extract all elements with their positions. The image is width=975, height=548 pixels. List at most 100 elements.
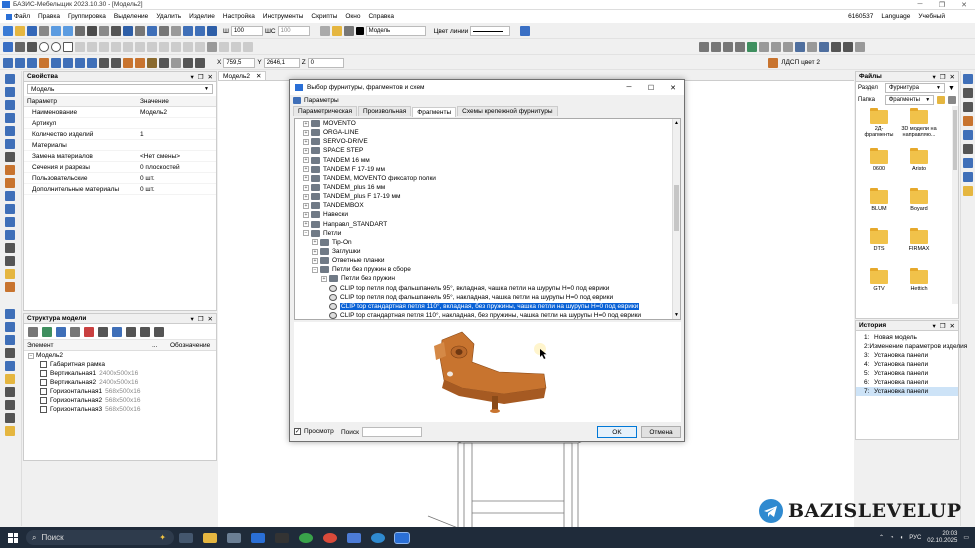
draw-tool-icon[interactable]	[219, 42, 229, 52]
side-tool-icon[interactable]	[5, 426, 15, 436]
magnet-icon[interactable]	[87, 26, 97, 36]
right-tool-icon[interactable]	[963, 102, 973, 112]
checkbox-icon[interactable]	[40, 397, 47, 404]
checkbox-icon[interactable]	[40, 388, 47, 395]
folder-select[interactable]: Фрагменты ▼	[884, 95, 935, 105]
view-tool-icon[interactable]	[843, 42, 853, 52]
panel-tool-icon[interactable]	[39, 57, 49, 68]
tree-node[interactable]: CLIP top стандартная петля 110°, накладн…	[295, 311, 680, 319]
folder-item[interactable]: 3D модели на направляю...	[901, 108, 937, 138]
new-file-icon[interactable]	[3, 26, 13, 36]
side-tool-icon[interactable]	[5, 139, 15, 149]
folder-item[interactable]: GTV	[861, 268, 897, 292]
layers-icon[interactable]	[319, 26, 330, 36]
expand-icon[interactable]: +	[303, 147, 309, 154]
expand-icon[interactable]: +	[303, 129, 309, 136]
side-tool-icon[interactable]	[5, 387, 15, 397]
structure-tool-icon[interactable]	[112, 326, 122, 337]
expand-icon[interactable]: +	[303, 211, 309, 218]
expand-icon[interactable]: +	[303, 166, 309, 173]
side-tool-icon[interactable]	[5, 256, 15, 266]
folder-item[interactable]: 2Д-фрагменты	[861, 108, 897, 138]
property-row[interactable]: Пользовательские 0 шт.	[24, 173, 216, 184]
side-tool-icon[interactable]	[5, 126, 15, 136]
tree-node[interactable]: + TANDEM, MOVENTO фиксатор полки	[295, 174, 680, 183]
line-style-select[interactable]	[470, 26, 511, 36]
material-swatch-icon[interactable]	[768, 57, 779, 68]
grid-icon[interactable]	[99, 26, 109, 36]
dialog-close-button[interactable]: ✕	[662, 84, 684, 92]
menu-window[interactable]: Окно	[341, 13, 364, 20]
dimension-icon[interactable]	[183, 26, 193, 36]
explorer-icon[interactable]	[203, 532, 217, 543]
panel-dropdown-icon[interactable]: ▾	[190, 315, 193, 323]
structure-row[interactable]: Горизонтальная2 568x500x16	[24, 396, 216, 405]
property-row[interactable]: Материалы	[24, 140, 216, 151]
taskbar-search[interactable]: ⌕ Поиск ✦	[26, 530, 174, 545]
tree-node[interactable]: + Навески	[295, 210, 680, 219]
coord-x-field[interactable]: 759,5	[223, 57, 256, 68]
panel-tool-icon[interactable]	[51, 57, 61, 68]
snap-icon[interactable]	[111, 26, 121, 36]
tree-node[interactable]: + TANDEM 16 мм	[295, 156, 680, 165]
side-tool-icon[interactable]	[5, 100, 15, 110]
folder-item[interactable]: Boyard	[901, 188, 937, 212]
property-row[interactable]: Замена материалов <Нет смены>	[24, 151, 216, 162]
side-tool-icon[interactable]	[5, 191, 15, 201]
structure-tool-icon[interactable]	[28, 326, 38, 337]
section-select[interactable]: Фурнитура ▼	[885, 83, 945, 93]
panel-tool-icon[interactable]	[15, 57, 25, 68]
clock[interactable]: 20:03 02.10.2025	[927, 531, 957, 545]
ok-button[interactable]: OK	[597, 426, 637, 438]
panel-float-icon[interactable]: ❐	[940, 73, 946, 81]
history-item[interactable]: 6: Установка панели	[856, 378, 958, 387]
rectangle-icon[interactable]	[63, 42, 73, 52]
panel-tool-icon[interactable]	[63, 57, 73, 68]
property-row[interactable]: Наименование Модель2	[24, 107, 216, 118]
media-icon[interactable]	[275, 532, 289, 543]
dialog-tab[interactable]: Фрагменты	[412, 107, 457, 117]
tree-node[interactable]: + TANDEM_plus F 17-19 мм	[295, 192, 680, 201]
print-icon[interactable]	[39, 26, 49, 36]
tree-node[interactable]: + Ответные планки	[295, 256, 680, 265]
shc-field[interactable]: 100	[277, 26, 310, 36]
panel-float-icon[interactable]: ❐	[940, 322, 946, 330]
history-item[interactable]: 5: Установка панели	[856, 369, 958, 378]
task-view-icon[interactable]	[179, 532, 193, 543]
lock-icon[interactable]	[159, 26, 169, 36]
tree-node[interactable]: + TANDEMBOX	[295, 201, 680, 210]
structure-tool-icon[interactable]	[126, 326, 136, 337]
structure-tool-icon[interactable]	[84, 326, 94, 337]
side-tool-icon[interactable]	[5, 309, 15, 319]
expand-icon[interactable]: +	[312, 239, 318, 246]
side-tool-icon[interactable]	[5, 335, 15, 345]
expand-icon[interactable]: +	[303, 175, 309, 182]
side-tool-icon[interactable]	[5, 230, 15, 240]
telegram-taskbar-icon[interactable]	[371, 532, 385, 543]
side-tool-icon[interactable]	[5, 269, 15, 279]
side-tool-icon[interactable]	[5, 361, 15, 371]
profile-menu[interactable]: Учебный	[918, 13, 945, 20]
panel-close-icon[interactable]: ✕	[208, 73, 213, 81]
polyline-icon[interactable]	[27, 42, 37, 52]
side-tool-icon[interactable]	[5, 87, 15, 97]
right-tool-icon[interactable]	[963, 186, 973, 196]
collapse-icon[interactable]: −	[303, 230, 309, 237]
menu-tools[interactable]: Инструменты	[259, 13, 308, 20]
draw-tool-icon[interactable]	[111, 42, 121, 52]
structure-tool-icon[interactable]	[140, 326, 150, 337]
pen-icon[interactable]	[347, 532, 361, 543]
view-tool-icon[interactable]	[735, 42, 745, 52]
side-tool-icon[interactable]	[5, 243, 15, 253]
menu-delete[interactable]: Удалить	[152, 13, 185, 20]
scroll-up-icon[interactable]: ▲	[674, 120, 679, 126]
side-tool-icon[interactable]	[5, 374, 15, 384]
bulb-icon[interactable]	[331, 26, 342, 36]
expand-icon[interactable]: +	[303, 120, 309, 127]
menu-file[interactable]: Файл	[2, 13, 34, 20]
draw-tool-icon[interactable]	[195, 42, 205, 52]
collapse-icon[interactable]: −	[312, 266, 318, 273]
undo-icon[interactable]	[51, 26, 61, 36]
collapse-icon[interactable]: −	[28, 352, 34, 359]
redo-icon[interactable]	[63, 26, 73, 36]
